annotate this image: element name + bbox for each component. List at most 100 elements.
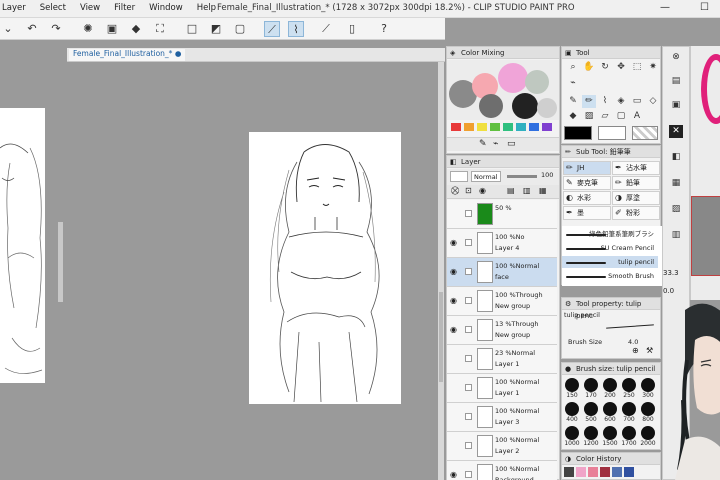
invert-selection-icon[interactable]: ◩ [208, 21, 224, 37]
eye-icon[interactable]: ◉ [450, 325, 457, 334]
panel-icon-6[interactable]: ▨ [669, 203, 683, 216]
layer-lock-checkbox[interactable] [465, 442, 472, 449]
zoom-icon[interactable]: ⌕ [566, 61, 580, 74]
palette-swatch[interactable] [503, 123, 513, 131]
eye-icon[interactable]: ◉ [450, 470, 457, 479]
sub-tool-group-item[interactable]: ✒ 沾水筆 [612, 161, 660, 175]
panel-icon-4[interactable]: ◧ [669, 151, 683, 164]
main-color-swatch[interactable] [564, 126, 592, 140]
history-swatch[interactable] [612, 467, 622, 477]
brush-size-dot[interactable] [603, 402, 617, 416]
lock-icon[interactable]: ⛒ [451, 186, 459, 196]
eye-icon[interactable]: ◉ [450, 296, 457, 305]
menu-help[interactable]: Help [197, 3, 216, 13]
brush-tool-icon[interactable]: ⌇ [598, 95, 612, 108]
blend-tool-icon[interactable]: ◇ [646, 95, 660, 108]
panel-icon-5[interactable]: ▦ [669, 177, 683, 190]
layer-row[interactable]: 23 %Normal Layer 1 [447, 345, 557, 374]
layer-lock-checkbox[interactable] [465, 471, 472, 478]
sub-tool-group-item[interactable]: ✏ JH [563, 161, 611, 175]
panel-icon-7[interactable]: ▥ [669, 229, 683, 242]
brush-item[interactable]: SU Cream Pencil [562, 242, 658, 254]
sub-tool-group-item[interactable]: ✒ 墨 [563, 206, 611, 220]
secondary-canvas-view[interactable] [0, 40, 65, 480]
eraser-tool-icon[interactable]: ▭ [630, 95, 644, 108]
opacity-value[interactable]: 100 [541, 171, 553, 179]
canvas-tab[interactable]: Female_Final_Illustration_* ● [69, 49, 186, 61]
canvas-paper[interactable] [249, 132, 401, 404]
fill-tool-icon[interactable]: ◆ [566, 110, 580, 123]
sub-tool-group-item[interactable]: ✏ 鉛筆 [612, 176, 660, 190]
brush-size-dot[interactable] [584, 378, 598, 392]
deselect-icon[interactable]: □ [184, 21, 200, 37]
menu-layer[interactable]: Layer [2, 3, 26, 13]
redo-icon[interactable]: ↷ [48, 21, 64, 37]
layer-lock-checkbox[interactable] [465, 326, 472, 333]
rotate-icon[interactable]: ↻ [598, 61, 612, 74]
layer-lock-checkbox[interactable] [465, 384, 472, 391]
menu-select[interactable]: Select [40, 3, 66, 13]
palette-swatch[interactable] [529, 123, 539, 131]
sub-color-swatch[interactable] [598, 126, 626, 140]
history-swatch[interactable] [624, 467, 634, 477]
layer-color-box[interactable] [450, 171, 468, 182]
crop-icon[interactable]: ▢ [232, 21, 248, 37]
select-icon[interactable]: ⬚ [630, 61, 644, 74]
brush-icon[interactable]: ✎ [479, 139, 487, 149]
eyedropper-tool-icon[interactable]: ⌁ [566, 77, 580, 90]
layer-row[interactable]: ◉ 100 %No Layer 4 [447, 229, 557, 258]
history-swatch[interactable] [588, 467, 598, 477]
canvas-vertical-scrollbar[interactable] [438, 62, 444, 480]
sub-tool-group-item[interactable]: ◑ 厚塗 [612, 191, 660, 205]
brush-size-dot[interactable] [565, 426, 579, 440]
minimize-button[interactable]: — [660, 2, 670, 13]
transform-icon[interactable]: ⛶ [152, 21, 168, 37]
magic-wand-icon[interactable]: ✷ [646, 61, 660, 74]
canvas-paper-left[interactable] [0, 108, 45, 383]
layer-row[interactable]: 100 %Normal Layer 1 [447, 374, 557, 403]
brush-size-dot[interactable] [565, 402, 579, 416]
hand-icon[interactable]: ✋ [582, 61, 596, 74]
grid-snap-icon[interactable]: ⟋ [318, 21, 334, 37]
palette-swatch[interactable] [477, 123, 487, 131]
palette-swatch[interactable] [451, 123, 461, 131]
close-panel-icon[interactable]: ⊗ [669, 51, 683, 64]
gradient-tool-icon[interactable]: ▨ [582, 110, 596, 123]
brush-item[interactable]: tulip pencil [562, 256, 658, 268]
undo-icon[interactable]: ↶ [24, 21, 40, 37]
layer-lock-checkbox[interactable] [465, 297, 472, 304]
fill-icon[interactable]: ◆ [128, 21, 144, 37]
layer-row[interactable]: ◉ 100 %Normal Background [447, 461, 557, 480]
history-swatch[interactable] [564, 467, 574, 477]
menu-window[interactable]: Window [149, 3, 183, 13]
palette-swatch[interactable] [490, 123, 500, 131]
layer-row[interactable]: 100 %Normal Layer 3 [447, 403, 557, 432]
layer-lock-checkbox[interactable] [465, 210, 472, 217]
panel-icon-2[interactable]: ▣ [669, 99, 683, 112]
eyedropper-icon[interactable]: ⌁ [493, 139, 498, 149]
brush-size-dot[interactable] [641, 402, 655, 416]
layer-lock-checkbox[interactable] [465, 239, 472, 246]
panel-icon-1[interactable]: ▤ [669, 75, 683, 88]
reference-icon[interactable]: ◉ [479, 186, 486, 195]
new-folder-icon[interactable]: ▦ [539, 186, 547, 195]
help-icon[interactable]: ? [376, 21, 392, 37]
panel-icon-3[interactable]: ✕ [669, 125, 683, 138]
layer-row[interactable]: ◉ 13 %Through New group [447, 316, 557, 345]
special-ruler-snap-icon[interactable]: ⌇ [288, 21, 304, 37]
sub-tool-group-item[interactable]: ◐ 水彩 [563, 191, 611, 205]
layer-row[interactable]: 100 %Normal Layer 2 [447, 432, 557, 461]
palette-swatch[interactable] [464, 123, 474, 131]
blend-mode-select[interactable]: Normal [471, 171, 501, 182]
new-vector-layer-icon[interactable]: ▥ [523, 186, 531, 195]
mixing-canvas[interactable] [447, 60, 559, 120]
brush-item[interactable]: Smooth Brush [562, 270, 658, 282]
menu-filter[interactable]: Filter [114, 3, 135, 13]
transparent-color-swatch[interactable] [632, 126, 658, 140]
pencil-tool-icon[interactable]: ✏ [582, 95, 596, 108]
clip-icon[interactable]: ⊡ [465, 186, 472, 195]
chevron-down-icon[interactable]: ⌄ [0, 21, 16, 37]
brush-size-dot[interactable] [603, 378, 617, 392]
brush-size-dot[interactable] [622, 402, 636, 416]
airbrush-tool-icon[interactable]: ◈ [614, 95, 628, 108]
